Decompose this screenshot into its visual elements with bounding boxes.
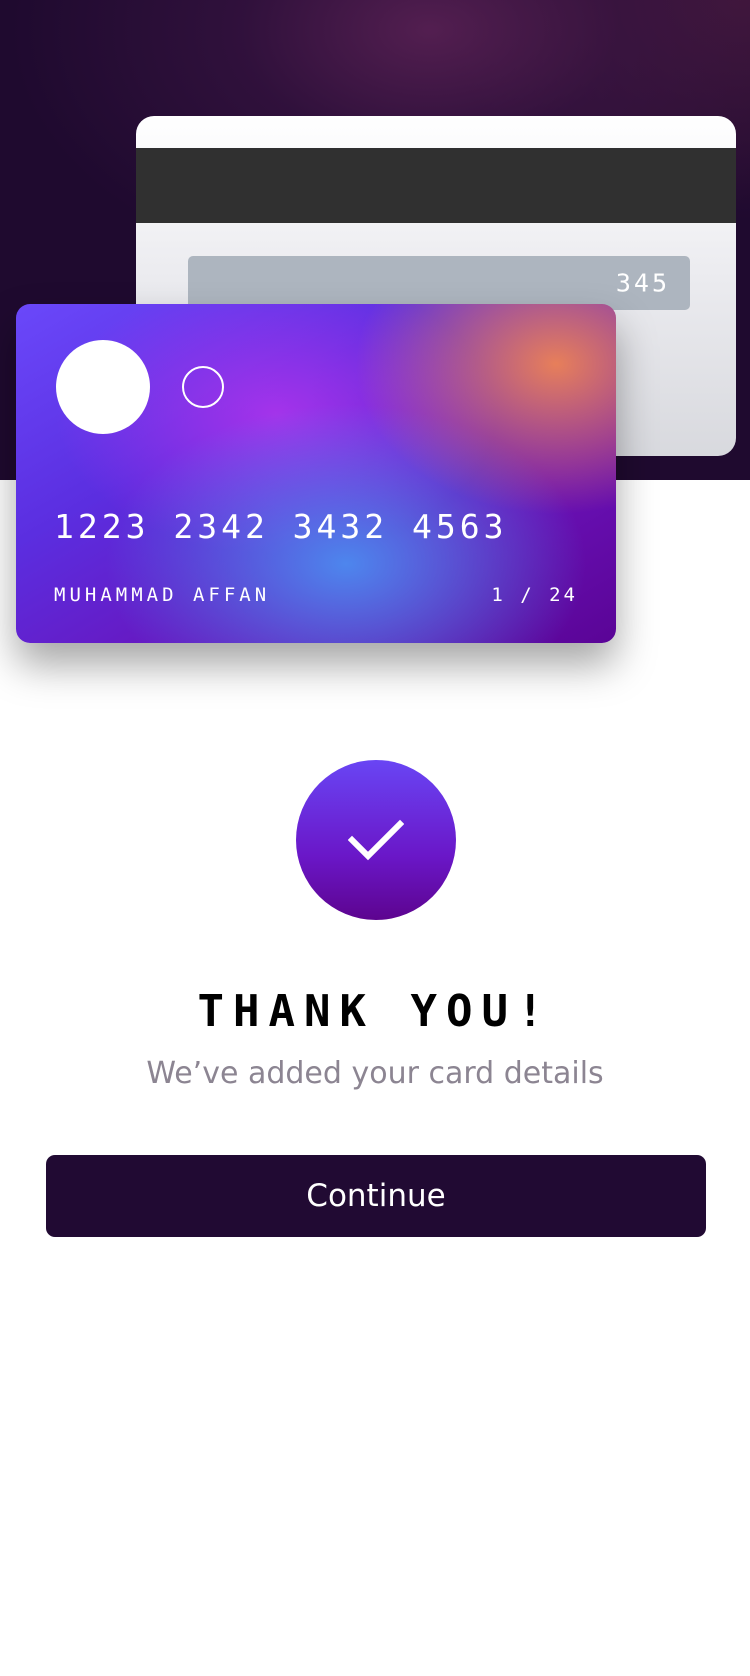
card-holder-name: MUHAMMAD AFFAN — [54, 584, 271, 606]
page-subtitle: We’ve added your card details — [146, 1056, 604, 1091]
card-front: 1223 2342 3432 4563 MUHAMMAD AFFAN 1 / 2… — [16, 304, 616, 643]
card-logo-circle — [56, 340, 150, 434]
magnetic-stripe — [136, 148, 736, 223]
success-badge — [296, 760, 456, 920]
card-number: 1223 2342 3432 4563 — [54, 507, 508, 546]
card-logo-ring — [182, 366, 224, 408]
card-added-screen: 345 1223 2342 3432 4563 MUHAMMAD AFFAN 1… — [0, 0, 750, 1676]
card-expiry: 1 / 24 — [491, 584, 578, 606]
continue-button[interactable]: Continue — [46, 1155, 706, 1237]
checkmark-icon — [348, 819, 404, 861]
signature-strip: 345 — [188, 256, 690, 310]
card-cvc: 345 — [615, 268, 670, 298]
page-title: THANK YOU! — [197, 986, 553, 1037]
